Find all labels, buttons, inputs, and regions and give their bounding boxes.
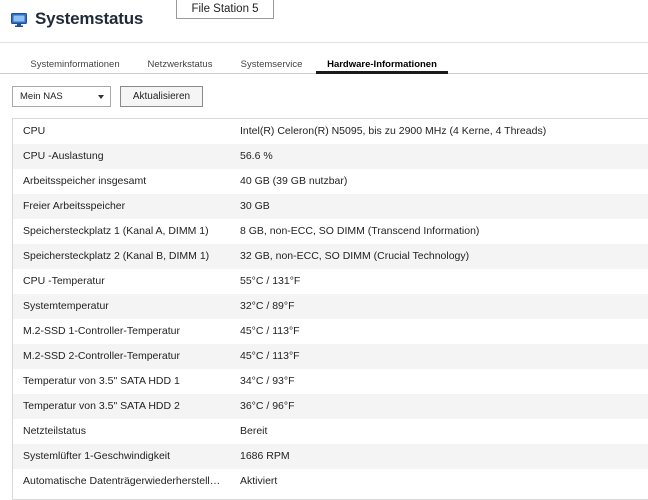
table-row: Arbeitsspeicher insgesamt 40 GB (39 GB nu…	[13, 169, 648, 194]
file-station-popup-tab[interactable]: File Station 5	[176, 0, 274, 19]
row-value: 8 GB, non-ECC, SO DIMM (Transcend Inform…	[240, 225, 480, 237]
header-divider	[0, 42, 648, 43]
table-row: Speichersteckplatz 1 (Kanal A, DIMM 1) 8 …	[13, 219, 648, 244]
row-key: CPU -Auslastung	[23, 150, 104, 162]
table-row: M.2-SSD 2-Controller-Temperatur 45°C / 11…	[13, 344, 648, 369]
table-row: Speichersteckplatz 2 (Kanal B, DIMM 1) 32…	[13, 244, 648, 269]
tab-netzwerkstatus[interactable]: Netzwerkstatus	[140, 56, 220, 73]
row-value: 32 GB, non-ECC, SO DIMM (Crucial Technol…	[240, 250, 470, 262]
row-value: 30 GB	[240, 200, 270, 212]
hardware-info-table: CPU Intel(R) Celeron(R) N5095, bis zu 290…	[12, 118, 648, 500]
row-key: Automatische Datenträgerwiederherstellun…	[23, 475, 223, 487]
row-key: Freier Arbeitsspeicher	[23, 200, 126, 212]
row-value: 55°C / 131°F	[240, 275, 301, 287]
monitor-icon	[11, 13, 27, 27]
row-key: Temperatur von 3.5" SATA HDD 1	[23, 375, 180, 387]
row-value: 56.6 %	[240, 150, 273, 162]
page-title: Systemstatus	[35, 9, 144, 28]
row-value: 34°C / 93°F	[240, 375, 295, 387]
row-key: Systemlüfter 1-Geschwindigkeit	[23, 450, 171, 462]
row-value: 45°C / 113°F	[240, 350, 300, 362]
table-row: Automatische Datenträgerwiederherstellun…	[13, 469, 648, 494]
app-header: Systemstatus File Station 5	[0, 0, 648, 42]
device-select[interactable]: Mein NAS	[12, 86, 111, 107]
device-select-value: Mein NAS	[20, 91, 63, 102]
table-row: Netzteilstatus Bereit	[13, 419, 648, 444]
row-key: Temperatur von 3.5" SATA HDD 2	[23, 400, 180, 412]
table-row: Freier Arbeitsspeicher 30 GB	[13, 194, 648, 219]
row-value: 45°C / 113°F	[240, 325, 300, 337]
refresh-button[interactable]: Aktualisieren	[120, 86, 203, 107]
chevron-down-icon	[98, 95, 104, 99]
row-key: Speichersteckplatz 1 (Kanal A, DIMM 1)	[23, 225, 209, 237]
row-value: 40 GB (39 GB nutzbar)	[240, 175, 348, 187]
tab-hardware-informationen[interactable]: Hardware-Informationen	[316, 56, 448, 74]
row-key: Systemtemperatur	[23, 300, 109, 312]
row-value: Aktiviert	[240, 475, 278, 487]
row-key: Arbeitsspeicher insgesamt	[23, 175, 147, 187]
table-row: CPU -Auslastung 56.6 %	[13, 144, 648, 169]
table-row: Systemtemperatur 32°C / 89°F	[13, 294, 648, 319]
row-key: Netzteilstatus	[23, 425, 87, 437]
table-row: CPU Intel(R) Celeron(R) N5095, bis zu 290…	[13, 119, 648, 144]
table-row: M.2-SSD 1-Controller-Temperatur 45°C / 11…	[13, 319, 648, 344]
table-row: Systemlüfter 1-Geschwindigkeit 1686 RPM	[13, 444, 648, 469]
tab-systeminformationen[interactable]: Systeminformationen	[22, 56, 128, 73]
row-key: CPU -Temperatur	[23, 275, 105, 287]
row-value: Intel(R) Celeron(R) N5095, bis zu 2900 M…	[240, 125, 547, 137]
row-key: CPU	[23, 125, 46, 137]
table-row: Temperatur von 3.5" SATA HDD 2 36°C / 96°…	[13, 394, 648, 419]
table-row: Temperatur von 3.5" SATA HDD 1 34°C / 93°…	[13, 369, 648, 394]
tab-bar: Systeminformationen Netzwerkstatus Syste…	[0, 56, 648, 74]
row-value: 36°C / 96°F	[240, 400, 295, 412]
tab-systemservice[interactable]: Systemservice	[234, 56, 309, 73]
row-key: M.2-SSD 2-Controller-Temperatur	[23, 350, 180, 362]
row-value: 1686 RPM	[240, 450, 290, 462]
row-value: 32°C / 89°F	[240, 300, 295, 312]
row-key: M.2-SSD 1-Controller-Temperatur	[23, 325, 180, 337]
toolbar: Mein NAS Aktualisieren	[0, 84, 648, 110]
table-row: CPU -Temperatur 55°C / 131°F	[13, 269, 648, 294]
row-key: Speichersteckplatz 2 (Kanal B, DIMM 1)	[23, 250, 210, 262]
row-value: Bereit	[240, 425, 268, 437]
